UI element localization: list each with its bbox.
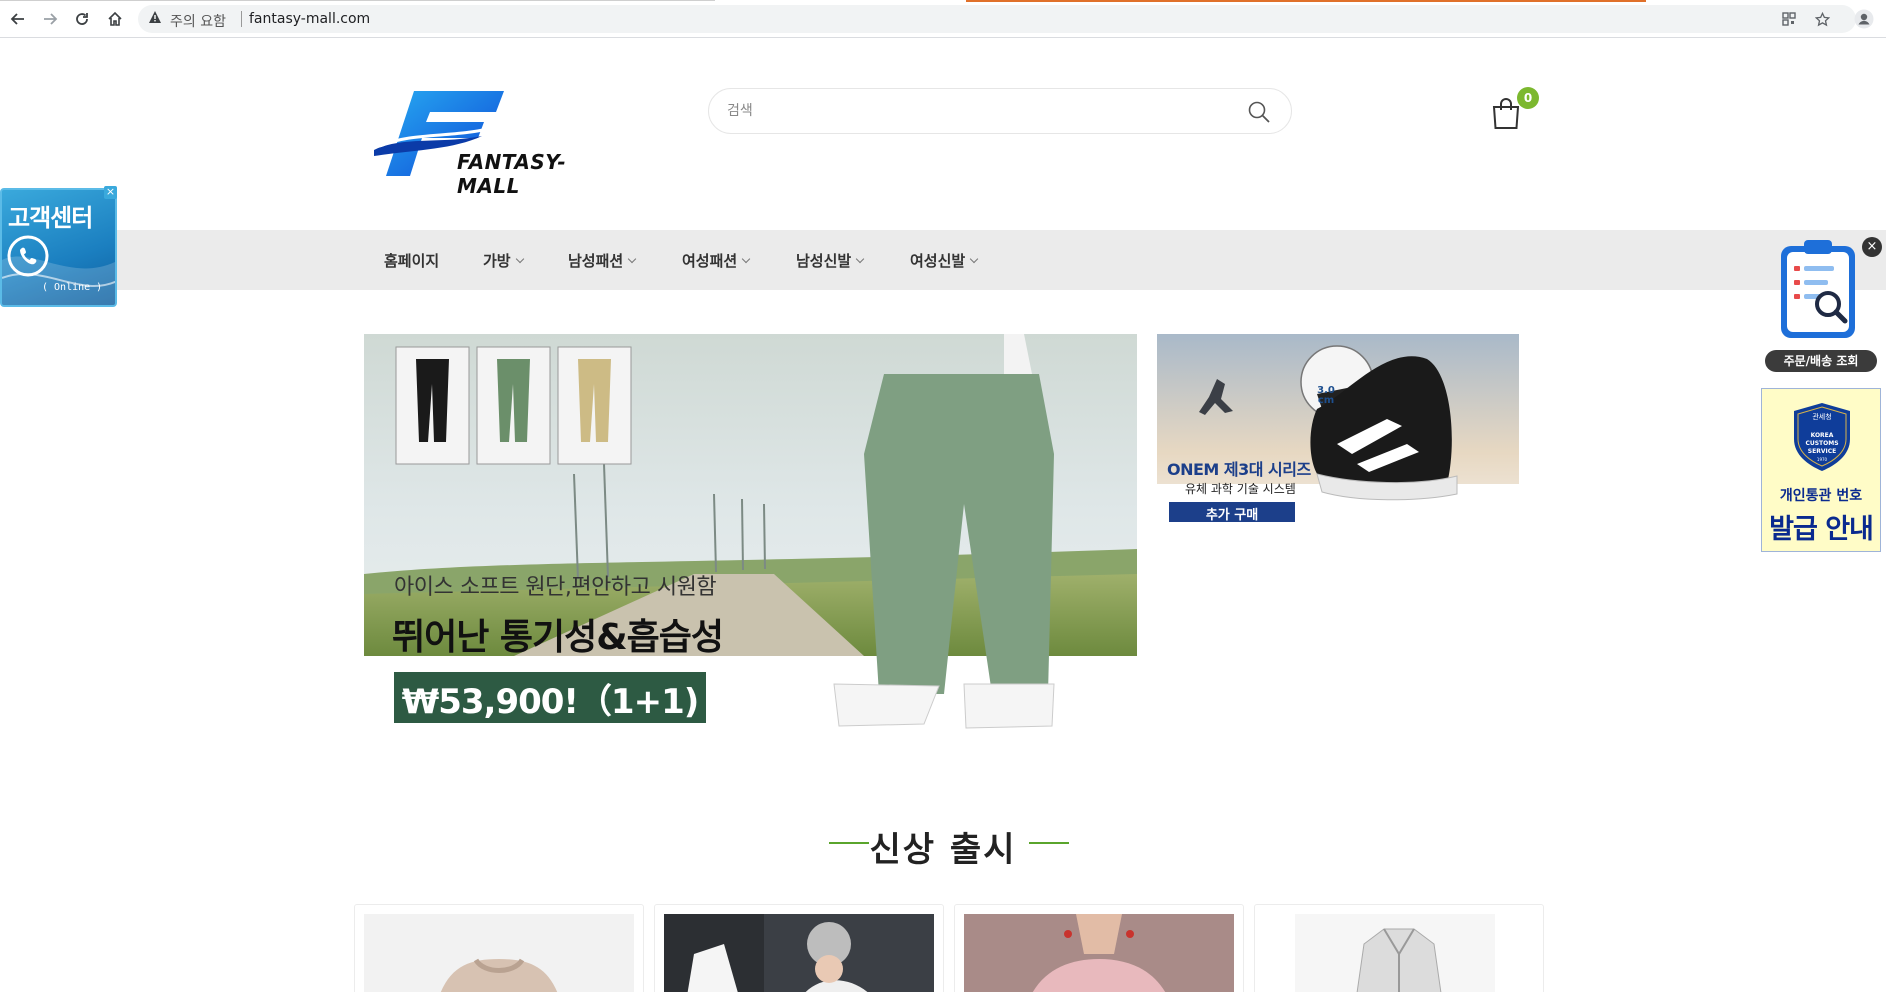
main-navigation: 홈페이지 가방 남성패션 여성패션 남성신발 여성신발 [0,230,1886,290]
nav-item-label: 남성신발 [796,252,852,270]
product-image [664,914,934,992]
address-separator [241,11,242,27]
product-image [364,914,634,992]
product-image [964,914,1234,992]
chevron-down-icon [741,254,751,264]
search-icon[interactable] [1247,100,1271,124]
nav-item-label: 가방 [483,252,511,270]
cart-count-badge: 0 [1517,87,1539,109]
order-lookup-label[interactable]: 주문/배송 조회 [1765,350,1877,372]
chevron-down-icon [855,254,865,264]
product-image [1264,914,1534,992]
nav-item-womens-shoes[interactable]: 여성신발 [910,250,979,271]
qr-icon[interactable] [1778,8,1800,30]
online-status: ( Online ) [42,282,103,293]
shoe-price: 추가 구매 ₩17,900! [1196,508,1268,532]
nav-item-mens-shoes[interactable]: 남성신발 [796,250,865,271]
search-box[interactable] [708,88,1292,134]
nav-item-label: 여성신발 [910,252,966,270]
product-card[interactable] [1254,904,1544,992]
page: 주의 요함 fantasy-mall.com FANTASY-MALL 검색 0… [0,0,1886,992]
search-input[interactable] [727,100,1227,122]
product-card[interactable] [654,904,944,992]
nav-item-bags[interactable]: 가방 [483,250,524,271]
customs-year: 1970 [1817,457,1828,462]
browser-toolbar: 주의 요함 fantasy-mall.com [0,0,1886,38]
chevron-down-icon [627,254,637,264]
home-icon[interactable] [103,7,127,31]
clipboard-search-icon [1781,240,1855,338]
nav-item-home[interactable]: 홈페이지 [384,250,439,271]
chevron-down-icon [515,254,524,264]
sole-height-label: 3.0 cm [1317,386,1335,406]
customs-agency-text: 관세청 [1812,412,1831,421]
chevron-down-icon [969,254,979,264]
url-text[interactable]: fantasy-mall.com [249,11,370,27]
title-line-right [1029,842,1069,844]
customs-english-line: KOREA [1811,432,1834,439]
section-title: 신상 출시 [869,830,1017,870]
product-card[interactable] [354,904,644,992]
main-promo-banner[interactable]: 아이스 소프트 원단,편안하고 시원함 뛰어난 통기성&흡습성 ₩53,900!… [364,334,1137,738]
nav-item-label: 남성패션 [568,252,624,270]
nav-item-label: 홈페이지 [384,252,440,270]
warning-icon[interactable] [148,10,162,28]
customs-line1: 개인통관 번호 [1779,488,1863,504]
banner-subtitle: 아이스 소프트 원단,편안하고 시원함 [394,575,717,600]
phone-icon [7,235,49,277]
banner-headline: 뛰어난 통기성&흡습성 [392,617,724,658]
shoe-tagline: 유체 과학 기술 시스템 [1185,482,1296,496]
product-card[interactable] [954,904,1244,992]
shoe-banner-photo [1157,334,1519,532]
close-icon[interactable]: × [104,186,117,199]
page-loading-indicator [966,0,1646,2]
customs-line2: 발급 안내 [1769,514,1874,545]
shoe-promo-banner[interactable]: 3.0 cm ONEM 제3대 시리즈 유체 과학 기술 시스템 추가 구매 ₩… [1157,334,1519,532]
forward-icon[interactable] [38,7,62,31]
tab-strip-edge [0,0,715,1]
nav-item-womens-fashion[interactable]: 여성패션 [682,250,751,271]
security-status-label[interactable]: 주의 요함 [170,11,226,31]
order-lookup-widget[interactable] [1778,238,1858,340]
shoe-series-title: ONEM 제3대 시리즈 [1167,460,1311,479]
site-logo[interactable]: FANTASY-MALL [372,86,622,198]
customs-info-banner[interactable]: 관세청 KOREA CUSTOMS SERVICE 1970 개인통관 번호 발… [1761,388,1881,552]
profile-icon[interactable] [1852,7,1876,31]
sole-height-unit: cm [1317,395,1335,406]
customs-english-line: SERVICE [1808,448,1836,455]
address-bar[interactable]: 주의 요함 fantasy-mall.com [138,5,1856,33]
close-icon[interactable]: × [1862,237,1882,257]
nav-item-label: 여성패션 [682,252,738,270]
reload-icon[interactable] [70,7,94,31]
customer-center-widget[interactable]: 고객센터 ( Online ) [0,188,117,307]
star-icon[interactable] [1811,8,1833,30]
logo-text: FANTASY-MALL [457,150,567,198]
customs-english-line: CUSTOMS [1805,440,1838,447]
customs-shield-icon: 관세청 KOREA CUSTOMS SERVICE 1970 [1794,403,1850,471]
back-icon[interactable] [6,7,30,31]
banner-price: ₩53,900!（1+1) [401,682,700,722]
nav-item-mens-fashion[interactable]: 남성패션 [568,250,637,271]
